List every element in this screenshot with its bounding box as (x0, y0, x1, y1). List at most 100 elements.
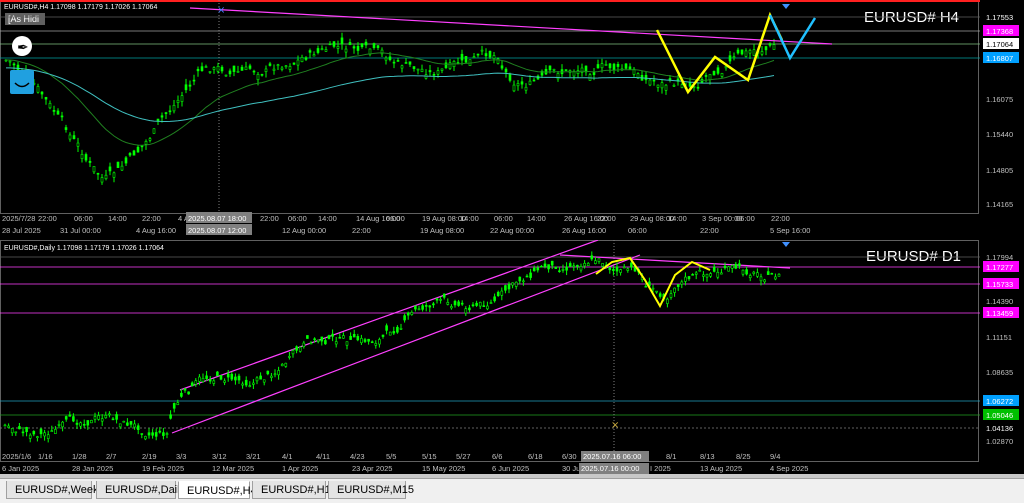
candle-body (100, 177, 104, 183)
candle-body (270, 375, 273, 378)
candle-body (331, 333, 334, 337)
candle-body (276, 64, 280, 67)
date-axis-label: 5/27 (456, 452, 471, 461)
candle-body (304, 57, 308, 60)
candle-body (709, 273, 712, 277)
candle-body (432, 74, 436, 76)
candle-body (248, 65, 252, 69)
candle-body (244, 379, 248, 386)
candle-body (608, 267, 612, 271)
candle-body (774, 276, 777, 280)
price-axis-label: 1.14805 (986, 166, 1013, 175)
candle-body (540, 265, 543, 268)
candle-body (522, 280, 525, 283)
h4-chart-canvas[interactable]: EURUSD#,H4 1.17098 1.17179 1.17026 1.170… (0, 0, 1024, 238)
price-axis-label: 1.11151 (986, 333, 1012, 342)
candle-body (740, 49, 744, 55)
candle-body (460, 302, 464, 305)
candle-body (525, 275, 529, 278)
candle-body (292, 62, 296, 65)
date-axis-label: 6/30 (562, 452, 577, 461)
candle-body (316, 339, 320, 342)
candle-body (288, 356, 291, 358)
candle-body (50, 430, 54, 432)
candle-body (172, 104, 176, 112)
candle-body (180, 95, 184, 102)
candle-body (403, 315, 406, 321)
candle-body (548, 65, 552, 71)
candle-body (572, 265, 576, 268)
candle-body (504, 285, 507, 291)
candle-body (480, 49, 484, 52)
candle-body (100, 418, 104, 422)
time-axis-label: 28 Jul 2025 (2, 226, 41, 235)
candle-body (118, 423, 122, 428)
crosshair-time-label: 2025.08.07 12:00 (188, 226, 246, 235)
h4-chart-pane[interactable]: EURUSD#,H4 1.17098 1.17179 1.17026 1.170… (0, 0, 1024, 238)
candle-body (224, 74, 228, 77)
candle-body (36, 86, 40, 93)
candle-body (360, 43, 364, 48)
chart-tab[interactable]: EURUSD#,Daily (96, 481, 185, 499)
date-axis-label: 3/21 (246, 452, 261, 461)
candle-body (626, 268, 630, 271)
price-axis-label: 1.13459 (986, 309, 1013, 318)
chart-header-text: EURUSD#,Daily 1.17098 1.17179 1.17026 1.… (4, 245, 164, 252)
candle-body (220, 66, 224, 72)
date-axis-label: 6/6 (492, 452, 502, 461)
candle-body (72, 416, 75, 422)
candle-body (453, 300, 457, 306)
time-axis-label: 19 Aug 08:00 (420, 226, 464, 235)
candle-body (416, 68, 420, 71)
candle-body (435, 298, 439, 301)
candle-body (90, 420, 93, 424)
candle-body (306, 335, 309, 339)
candle-body (288, 66, 292, 70)
candle-body (648, 79, 652, 86)
time-axis-label: 14:00 (668, 214, 687, 223)
candle-body (260, 74, 264, 76)
candle-body (324, 340, 327, 345)
time-axis-label: 5 Sep 16:00 (770, 226, 810, 235)
candle-body (7, 425, 10, 428)
candle-body (464, 308, 468, 314)
candle-body (748, 275, 752, 279)
candle-body (666, 298, 669, 304)
candle-body (352, 334, 356, 338)
candle-body (532, 79, 536, 82)
candle-body (500, 290, 504, 296)
candle-body (212, 67, 216, 70)
candle-body (8, 60, 12, 63)
price-axis-label: 1.02870 (986, 437, 1013, 446)
price-axis-label: 1.04136 (986, 424, 1013, 433)
candle-body (205, 375, 208, 379)
date-axis-label: 2/7 (106, 452, 116, 461)
d1-chart-canvas[interactable]: EURUSD#,Daily 1.17098 1.17179 1.17026 1.… (0, 240, 1024, 474)
candle-body (168, 110, 172, 113)
candle-body (216, 371, 219, 377)
chart-tab[interactable]: EURUSD#,Weekly (6, 481, 107, 499)
time-axis-label: 06:00 (386, 214, 405, 223)
price-axis-label: 1.08635 (986, 368, 1013, 377)
chart-tab[interactable]: EURUSD#,M15 (328, 481, 414, 499)
chart-tab[interactable]: EURUSD#,H4 (178, 481, 257, 499)
chart-tab[interactable]: EURUSD#,H1 (252, 481, 331, 499)
candle-body (108, 166, 112, 172)
candle-body (476, 53, 480, 56)
candle-body (417, 308, 421, 311)
candle-body (450, 306, 453, 309)
candle-body (561, 269, 565, 271)
candle-body (147, 432, 151, 436)
candle-body (344, 48, 348, 53)
candle-body (79, 422, 82, 427)
time-axis-label: 22:00 (260, 214, 279, 223)
candle-body (280, 67, 284, 70)
date-axis-label: 2025.07.16 00:00 (581, 464, 639, 473)
candle-body (720, 272, 723, 275)
candle-body (84, 154, 88, 161)
date-axis-label: 2025/1/6 (2, 452, 31, 461)
candle-body (410, 312, 414, 315)
candle-body (244, 66, 248, 71)
d1-chart-pane[interactable]: EURUSD#,Daily 1.17098 1.17179 1.17026 1.… (0, 240, 1024, 474)
candle-body (644, 74, 648, 81)
